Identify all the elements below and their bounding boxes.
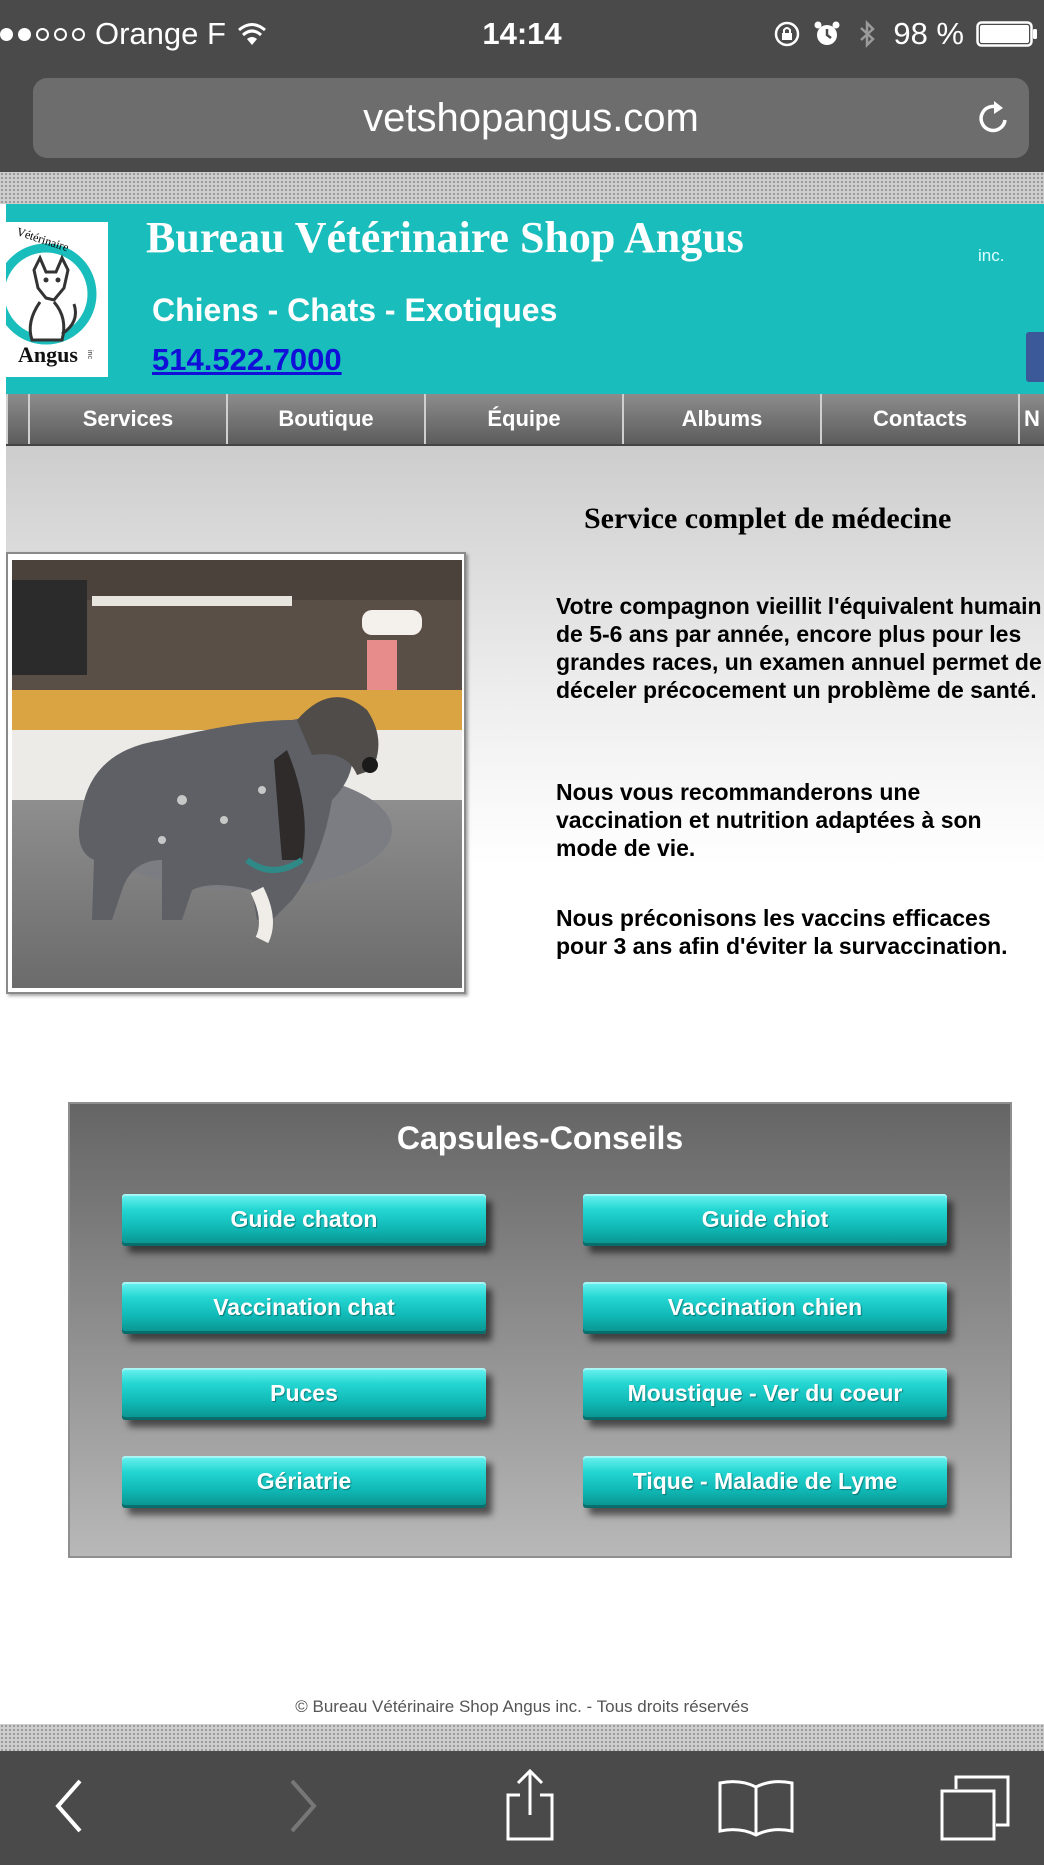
site-logo[interactable]: Vétérinaire Angus inc bbox=[6, 222, 108, 377]
site-tagline: Chiens - Chats - Exotiques bbox=[152, 292, 558, 328]
forward-icon[interactable] bbox=[286, 1775, 322, 1837]
reload-icon[interactable] bbox=[973, 98, 1013, 138]
share-icon[interactable] bbox=[500, 1767, 560, 1843]
site-inc-label: inc. bbox=[978, 246, 1005, 265]
bookmarks-icon[interactable] bbox=[716, 1777, 796, 1837]
nav-item-partial[interactable] bbox=[6, 394, 28, 444]
nav-item-services[interactable]: Services bbox=[28, 394, 226, 444]
vaccination-chien-button[interactable]: Vaccination chien bbox=[583, 1282, 947, 1334]
vaccination-chat-button[interactable]: Vaccination chat bbox=[122, 1282, 486, 1334]
nav-item-contacts[interactable]: Contacts bbox=[820, 394, 1018, 444]
guide-chiot-button[interactable]: Guide chiot bbox=[583, 1194, 947, 1246]
guide-chaton-button[interactable]: Guide chaton bbox=[122, 1194, 486, 1246]
puces-button[interactable]: Puces bbox=[122, 1368, 486, 1420]
tique-button[interactable]: Tique - Maladie de Lyme bbox=[583, 1456, 947, 1508]
nav-item-next[interactable]: N bbox=[1018, 394, 1044, 444]
capsules-panel: Capsules-Conseils Guide chaton Guide chi… bbox=[68, 1102, 1012, 1558]
battery-percentage: 98 % bbox=[893, 16, 964, 51]
nav-item-equipe[interactable]: Équipe bbox=[424, 394, 622, 444]
nav-item-boutique[interactable]: Boutique bbox=[226, 394, 424, 444]
moustique-button[interactable]: Moustique - Ver du coeur bbox=[583, 1368, 947, 1420]
main-nav: Services Boutique Équipe Albums Contacts… bbox=[6, 394, 1044, 446]
site-header: Vétérinaire Angus inc Bureau Vétérinaire… bbox=[6, 204, 1044, 394]
paragraph-checkup: Votre compagnon vieillit l'équivalent hu… bbox=[556, 593, 1042, 703]
phone-link[interactable]: 514.522.7000 bbox=[152, 342, 342, 378]
svg-text:Angus: Angus bbox=[18, 342, 78, 367]
back-icon[interactable] bbox=[50, 1775, 86, 1837]
browser-toolbar bbox=[0, 1751, 1044, 1865]
facebook-tab[interactable] bbox=[1026, 332, 1044, 382]
content-title: Service complet de médecine bbox=[584, 502, 952, 535]
battery-icon bbox=[976, 21, 1037, 47]
nav-item-albums[interactable]: Albums bbox=[622, 394, 820, 444]
geriatrie-button[interactable]: Gériatrie bbox=[122, 1456, 486, 1508]
header-pattern-strip bbox=[0, 172, 1044, 204]
alarm-icon bbox=[814, 21, 840, 45]
cat-logo-icon: Vétérinaire Angus inc bbox=[6, 224, 97, 367]
tabs-icon[interactable] bbox=[938, 1773, 1012, 1843]
browser-address-area: vetshopangus.com bbox=[0, 72, 1044, 172]
paragraph-line: mode de vie. bbox=[556, 835, 696, 861]
address-bar[interactable]: vetshopangus.com bbox=[33, 78, 1029, 158]
dachshund-photo bbox=[6, 552, 466, 994]
url-text[interactable]: vetshopangus.com bbox=[33, 96, 1029, 141]
paragraph-vaccination: Nous vous recommanderons une vaccination … bbox=[556, 778, 1044, 862]
svg-text:inc: inc bbox=[86, 350, 93, 359]
paragraph-vaccines: Nous préconisons les vaccins efficaces p… bbox=[556, 905, 1008, 959]
orientation-lock-icon bbox=[775, 21, 800, 47]
paragraph-line: vaccination et nutrition adaptées à son bbox=[556, 807, 982, 833]
capsules-title: Capsules-Conseils bbox=[396, 1120, 684, 1156]
paragraph-line: Nous vous recommanderons une bbox=[556, 779, 921, 805]
status-bar: Orange F 14:14 98 % bbox=[0, 0, 1044, 72]
main-content: Service complet de médecine Votre compag… bbox=[6, 446, 1044, 1016]
bluetooth-icon bbox=[860, 20, 876, 48]
copyright: © Bureau Vétérinaire Shop Angus inc. - T… bbox=[295, 1697, 749, 1716]
status-right: 98 % bbox=[773, 14, 1038, 54]
dog-image bbox=[12, 560, 462, 988]
footer-pattern-strip bbox=[0, 1724, 1044, 1751]
site-title[interactable]: Bureau Vétérinaire Shop Angus bbox=[146, 212, 744, 263]
